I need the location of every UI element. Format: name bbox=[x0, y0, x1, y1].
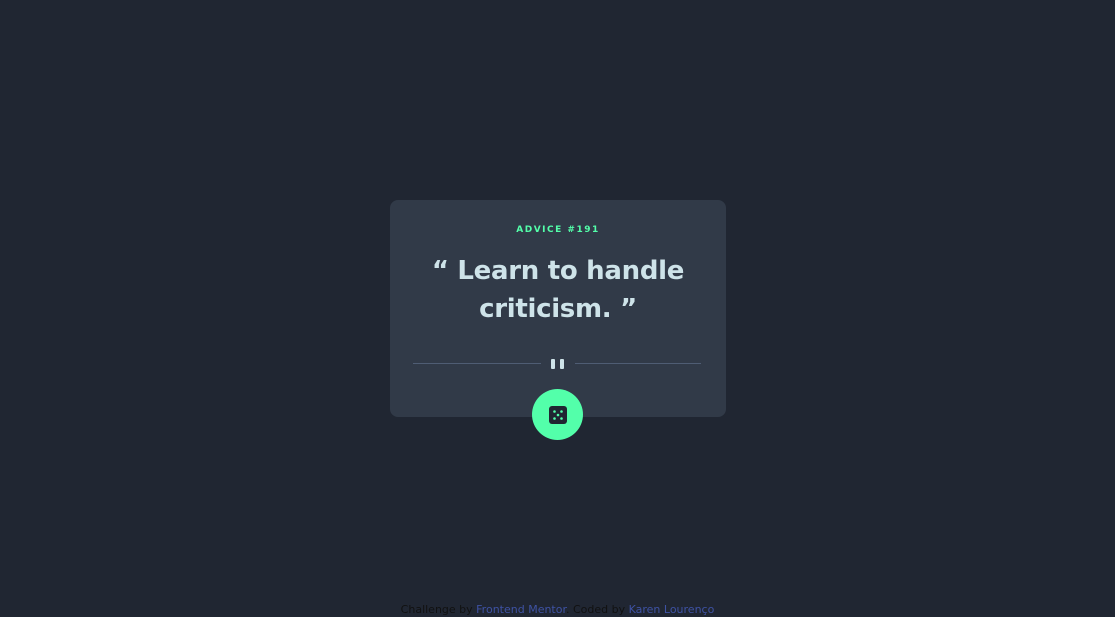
attribution-separator: . Coded by bbox=[565, 603, 626, 616]
divider bbox=[413, 359, 701, 369]
divider-line-left bbox=[413, 363, 541, 364]
author-link[interactable]: Karen Lourenço bbox=[629, 603, 715, 616]
advice-id-label: ADVICE #191 bbox=[516, 225, 600, 235]
advice-card: ADVICE #191 “ Learn to handle criticism.… bbox=[390, 200, 726, 417]
attribution-prefix: Challenge by bbox=[400, 603, 473, 616]
frontend-mentor-link[interactable]: Frontend Mentor bbox=[476, 603, 566, 616]
generate-advice-button[interactable] bbox=[532, 389, 583, 440]
attribution: Challenge by Frontend Mentor. Coded by K… bbox=[0, 603, 1115, 617]
pause-icon bbox=[551, 359, 565, 369]
divider-line-right bbox=[575, 363, 701, 364]
dice-icon bbox=[548, 405, 567, 424]
advice-quote: “ Learn to handle criticism. ” bbox=[431, 256, 685, 324]
